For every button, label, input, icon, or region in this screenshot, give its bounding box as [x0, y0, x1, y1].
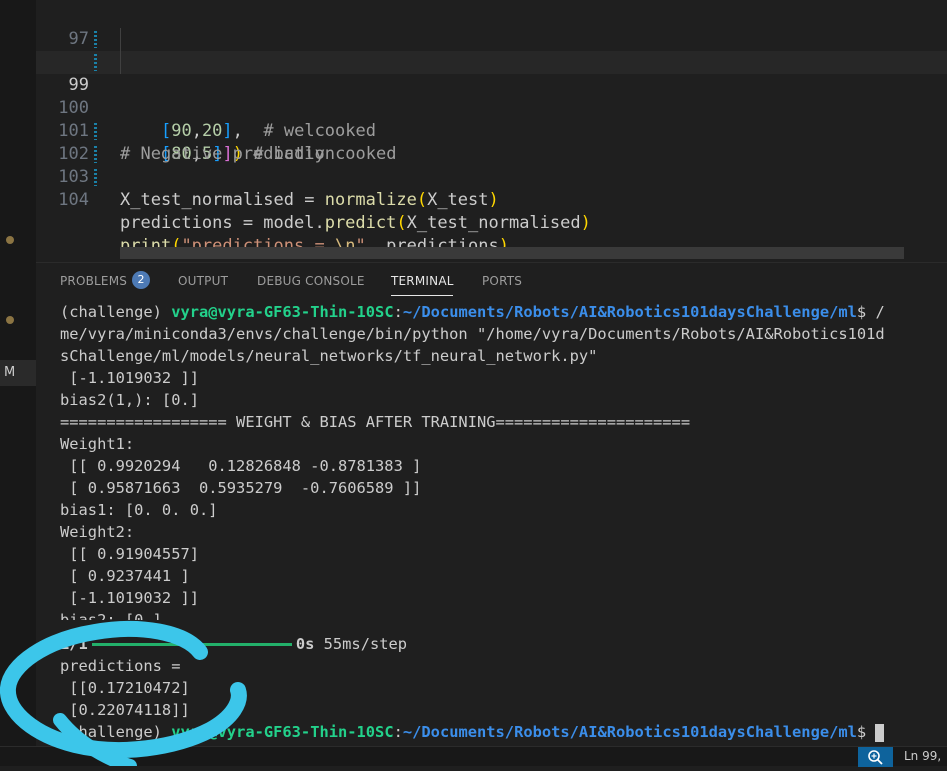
git-modified-gutter [94, 123, 97, 140]
activity-item-source-control[interactable]: M [0, 360, 36, 386]
terminal-line: bias1: [0. 0. 0.] [60, 501, 218, 519]
code-line: 104 print("predictions = \n", prediction… [36, 166, 947, 256]
terminal-line: [-1.1019032 ]] [60, 589, 199, 607]
git-modified-gutter [94, 146, 97, 163]
modified-indicator-dot [6, 236, 14, 244]
active-tab-indicator [391, 295, 453, 296]
terminal-line: ================== WEIGHT & BIAS AFTER T… [60, 413, 691, 431]
cursor-position[interactable]: Ln 99, [904, 749, 941, 763]
tab-ports[interactable]: PORTS [482, 274, 522, 288]
code-line: 103 predictions = model.predict(X_test_n… [36, 143, 947, 233]
terminal-line: [ 0.95871663 0.5935279 -0.7606589 ]] [60, 479, 422, 497]
tab-debug-console[interactable]: DEBUG CONSOLE [257, 274, 365, 288]
code-line: 101 # Negative prediction [36, 97, 947, 164]
tab-terminal[interactable]: TERMINAL [391, 274, 454, 288]
git-modified-gutter [94, 31, 97, 48]
terminal-line: predictions = [60, 657, 181, 675]
activity-bar: M [0, 0, 36, 746]
magnifier-icon [868, 750, 883, 765]
terminal-line: Weight2: [60, 523, 135, 541]
code-text: predictions = model.predict(X_test_norma… [120, 213, 591, 233]
terminal-output[interactable]: (challenge) vyra@vyra-GF63-Thin-10SC:~/D… [60, 301, 947, 746]
indent-guide [120, 28, 121, 51]
progress-line: 1/1 0s 55ms/step [60, 635, 408, 653]
code-line: 102 X_test_normalised = normalize(X_test… [36, 120, 947, 210]
code-line: 97 X_test = np.array([ [36, 5, 947, 72]
terminal-line-partial: bias2: [0.] [60, 611, 162, 620]
terminal-cursor [875, 723, 885, 742]
panel-tabs: PROBLEMS 2 OUTPUT DEBUG CONSOLE TERMINAL… [36, 263, 947, 301]
terminal-prompt-line: (challenge) vyra@vyra-GF63-Thin-10SC:~/D… [60, 721, 885, 743]
line-number: 104 [58, 190, 89, 210]
terminal-line: [[0.17210472] [60, 679, 190, 697]
terminal-line: [[ 0.91904557] [60, 545, 199, 563]
terminal-line: bias2(1,): [0.] [60, 391, 199, 409]
git-modified-gutter [94, 54, 97, 71]
terminal-line: [-1.1019032 ]] [60, 369, 199, 387]
progress-bar [91, 643, 292, 646]
code-line: 98 [90,20], # welcooked [36, 28, 947, 141]
terminal-line: [[ 0.9920294 0.12826848 -0.8781383 ] [60, 457, 422, 475]
code-line: 100 [36, 74, 947, 118]
code-editor[interactable]: 97 X_test = np.array([ 98 [90,20], # wel… [36, 0, 947, 262]
tab-problems[interactable]: PROBLEMS [60, 274, 127, 288]
terminal-line: [0.22074118]] [60, 701, 190, 719]
code-text: X_test_normalised = normalize(X_test) [120, 190, 499, 210]
terminal-line: sChallenge/ml/models/neural_networks/tf_… [60, 347, 598, 365]
status-bar: Ln 99, [0, 746, 947, 767]
horizontal-scrollbar[interactable] [120, 247, 904, 259]
indent-guide [120, 51, 121, 74]
code-line-current: 99 [80,5]]) # badly cooked [36, 51, 947, 164]
terminal-line: Weight1: [60, 435, 135, 453]
terminal-line: me/vyra/miniconda3/envs/challenge/bin/py… [60, 325, 885, 343]
problems-count-badge: 2 [132, 271, 150, 289]
tab-output[interactable]: OUTPUT [178, 274, 228, 288]
zoom-button[interactable] [858, 747, 893, 767]
git-modified-gutter [94, 169, 97, 186]
terminal-prompt-line: (challenge) vyra@vyra-GF63-Thin-10SC:~/D… [60, 303, 885, 321]
terminal-line: [ 0.9237441 ] [60, 567, 190, 585]
modified-indicator-dot [6, 316, 14, 324]
